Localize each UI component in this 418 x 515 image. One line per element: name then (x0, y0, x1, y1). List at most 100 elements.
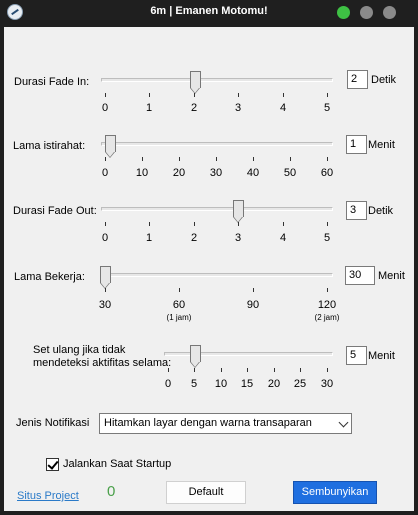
rest-tick-label: 50 (283, 167, 297, 179)
reset-value-input[interactable]: 5 (346, 346, 367, 365)
fade-out-track[interactable] (101, 207, 333, 211)
reset-slider-thumb[interactable] (190, 345, 201, 368)
fade-in-tick-label: 2 (190, 102, 198, 114)
tick (194, 368, 195, 372)
tick (194, 93, 195, 97)
rest-unit: Menit (368, 139, 395, 151)
tick (149, 222, 150, 226)
fade-in-tick-label: 5 (323, 102, 331, 114)
tick (274, 368, 275, 372)
chevron-down-icon (338, 417, 349, 428)
fade-out-tick-label: 5 (323, 232, 331, 244)
tick (238, 222, 239, 226)
tick (238, 93, 239, 97)
close-button[interactable] (383, 6, 396, 19)
fade-in-slider-thumb[interactable] (190, 71, 201, 94)
tick (283, 93, 284, 97)
settings-panel: Durasi Fade In: 0 1 2 3 4 5 2 Detik Lama… (4, 27, 414, 511)
work-slider-thumb[interactable] (100, 266, 111, 289)
work-value-input[interactable]: 30 (345, 266, 375, 285)
counter-value: 0 (107, 483, 116, 500)
work-sub-label: (1 jam) (166, 313, 192, 322)
fade-in-label: Durasi Fade In: (14, 76, 90, 88)
fade-out-value-input[interactable]: 3 (346, 201, 367, 220)
tick (300, 368, 301, 372)
tick (105, 288, 106, 292)
tick (253, 288, 254, 292)
notification-selected-value: Hitamkan layar dengan warna transaparan (104, 417, 312, 429)
tick (168, 368, 169, 372)
rest-slider-thumb[interactable] (105, 135, 116, 158)
tick (327, 93, 328, 97)
tick (283, 222, 284, 226)
reset-tick-label: 30 (320, 378, 334, 390)
work-track[interactable] (101, 273, 333, 277)
rest-tick-label: 0 (101, 167, 109, 179)
tick (327, 222, 328, 226)
work-tick-label: 120 (317, 299, 337, 311)
tick (221, 368, 222, 372)
fade-in-tick-label: 1 (145, 102, 153, 114)
tick (179, 288, 180, 292)
reset-label-line2: mendeteksi aktifitas selama: (33, 357, 172, 369)
tick (327, 288, 328, 292)
fade-out-tick-label: 4 (279, 232, 287, 244)
notification-label: Jenis Notifikasi (16, 417, 90, 429)
tick (290, 157, 291, 161)
fade-out-tick-label: 2 (190, 232, 198, 244)
tick (247, 368, 248, 372)
fade-out-label: Durasi Fade Out: (13, 205, 97, 217)
notification-type-select[interactable]: Hitamkan layar dengan warna transaparan (99, 413, 352, 434)
reset-tick-label: 5 (190, 378, 198, 390)
title-bar: 6m | Emanen Motomu! (0, 0, 418, 27)
fade-out-slider-thumb[interactable] (233, 200, 244, 223)
rest-tick-label: 40 (246, 167, 260, 179)
startup-checkbox[interactable] (46, 458, 59, 471)
reset-unit: Menit (368, 350, 395, 362)
tick (105, 93, 106, 97)
tick (194, 222, 195, 226)
rest-tick-label: 20 (172, 167, 186, 179)
fade-out-tick-label: 3 (234, 232, 242, 244)
fade-in-tick-label: 0 (101, 102, 109, 114)
rest-track[interactable] (101, 142, 333, 146)
startup-label[interactable]: Jalankan Saat Startup (63, 458, 171, 470)
tick (253, 157, 254, 161)
tick (216, 157, 217, 161)
fade-in-unit: Detik (371, 74, 397, 86)
tick (327, 157, 328, 161)
fade-in-track[interactable] (101, 78, 333, 82)
reset-label-line1: Set ulang jika tidak (33, 344, 126, 356)
rest-tick-label: 30 (209, 167, 223, 179)
work-unit: Menit (378, 270, 405, 282)
tick (105, 222, 106, 226)
rest-tick-label: 10 (135, 167, 149, 179)
fade-in-value-input[interactable]: 2 (347, 70, 368, 89)
fade-in-tick-label: 3 (234, 102, 242, 114)
work-tick-label: 90 (246, 299, 260, 311)
rest-label: Lama istirahat: (13, 140, 86, 152)
tick (105, 157, 106, 161)
rest-tick-label: 60 (320, 167, 334, 179)
fade-out-tick-label: 1 (145, 232, 153, 244)
maximize-button[interactable] (337, 6, 350, 19)
window-title: 6m | Emanen Motomu! (150, 5, 268, 17)
minimize-button[interactable] (360, 6, 373, 19)
reset-tick-label: 15 (240, 378, 254, 390)
tick (179, 157, 180, 161)
default-button[interactable]: Default (166, 481, 246, 504)
work-tick-label: 60 (172, 299, 186, 311)
fade-out-tick-label: 0 (101, 232, 109, 244)
project-site-link[interactable]: Situs Project (17, 490, 79, 502)
tick (142, 157, 143, 161)
work-sub-label: (2 jam) (314, 313, 340, 322)
fade-in-tick-label: 4 (279, 102, 287, 114)
rest-value-input[interactable]: 1 (346, 135, 367, 154)
work-tick-label: 30 (98, 299, 112, 311)
hide-button[interactable]: Sembunyikan (293, 481, 377, 504)
work-label: Lama Bekerja: (14, 271, 85, 283)
reset-tick-label: 25 (293, 378, 307, 390)
tick (149, 93, 150, 97)
fade-out-unit: Detik (368, 205, 394, 217)
tick (327, 368, 328, 372)
